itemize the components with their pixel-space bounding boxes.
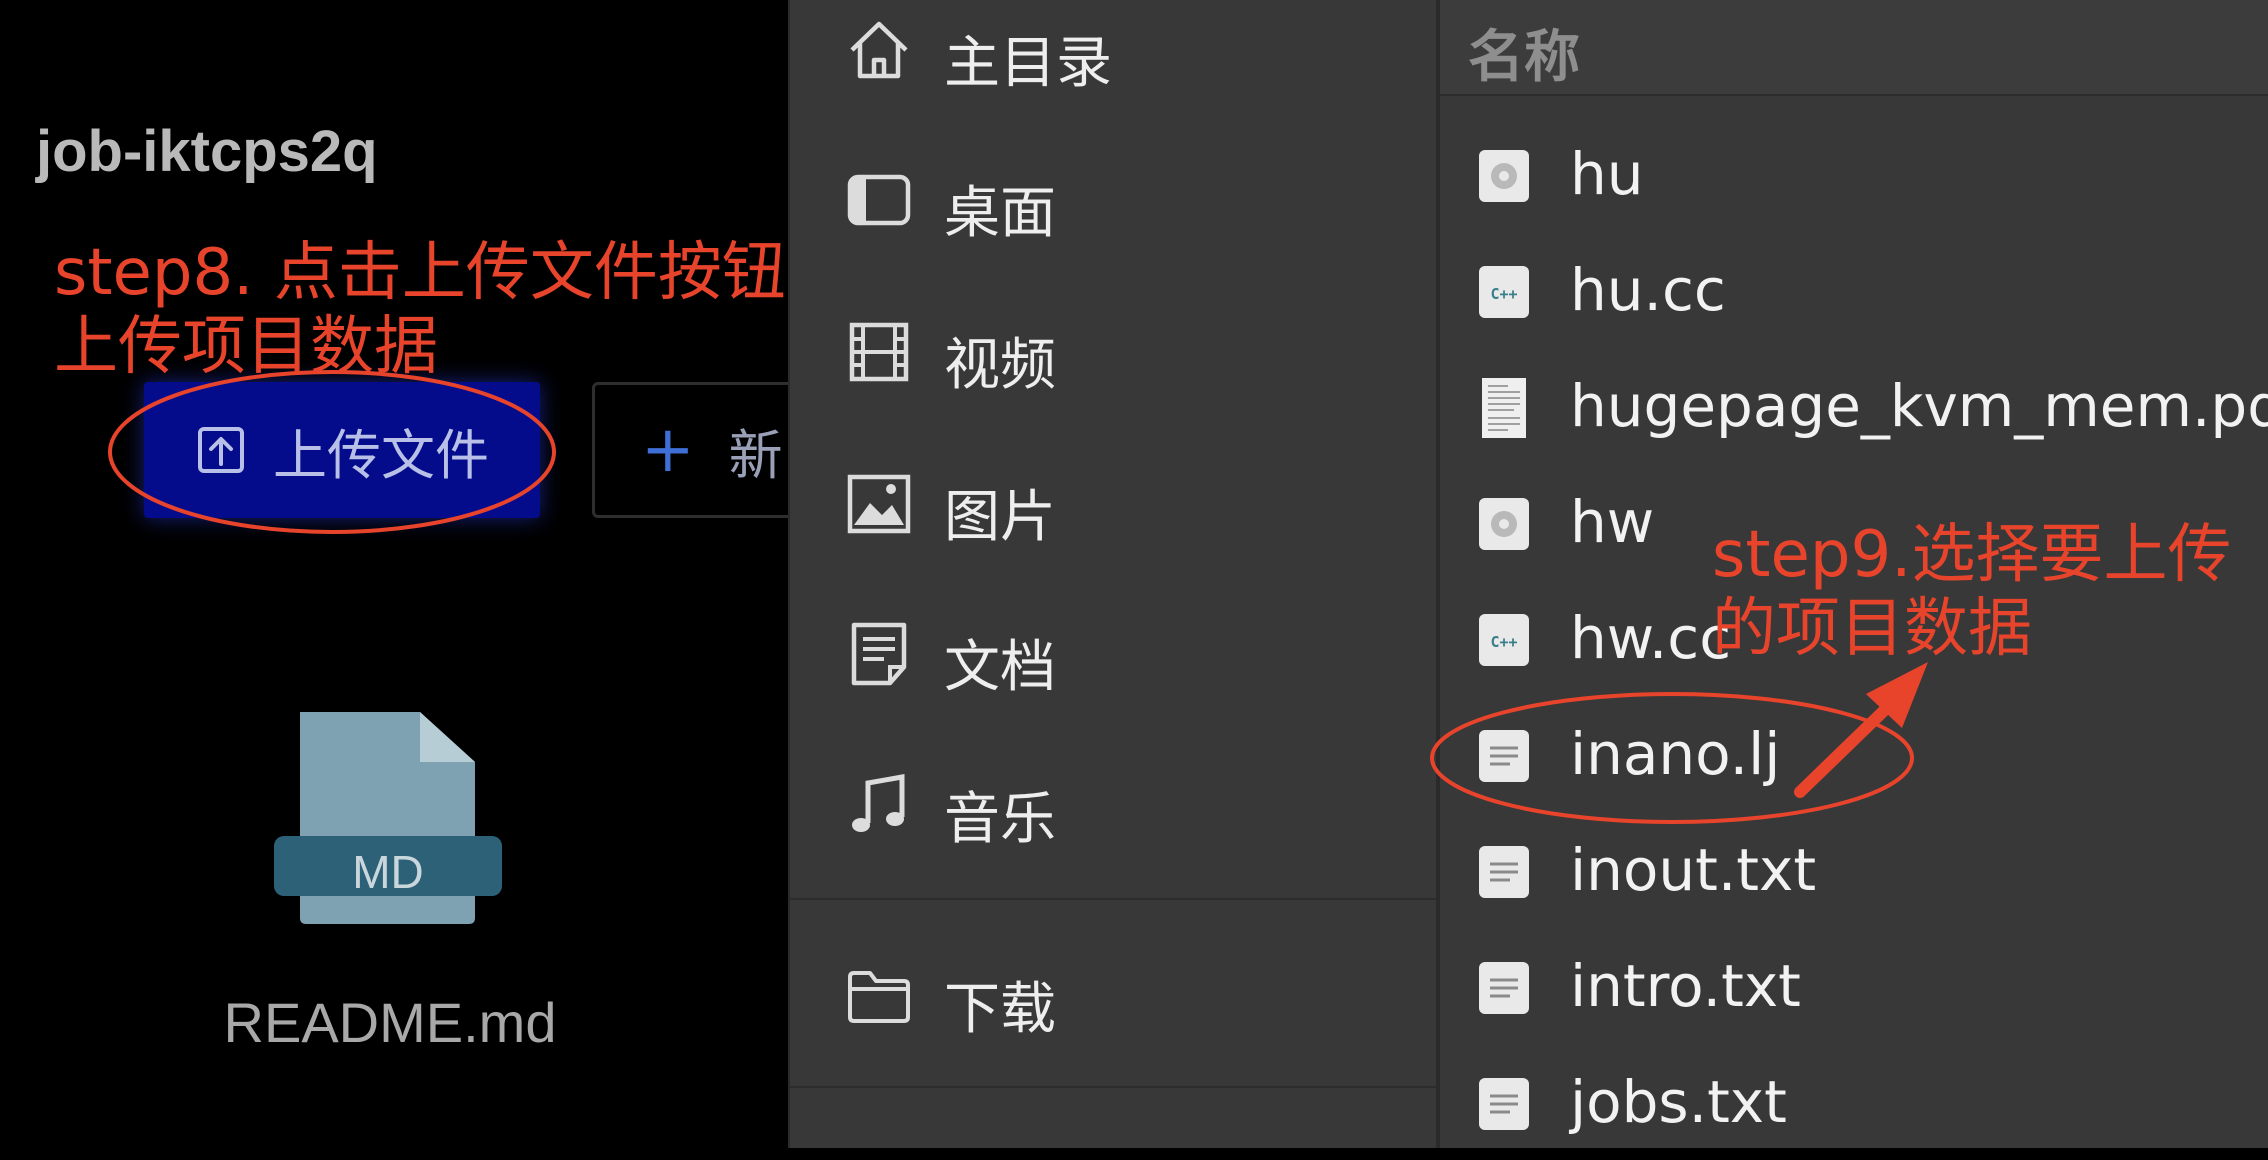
folder-icon xyxy=(848,971,910,1023)
step8-annotation-line2: 上传项目数据 xyxy=(54,310,438,384)
md-badge: MD xyxy=(352,846,424,898)
file-row[interactable]: hugepage_kvm_mem.pdf xyxy=(1440,348,2268,464)
job-title: job-iktcps2q xyxy=(36,119,378,184)
name-column-label: 名称 xyxy=(1468,25,1580,90)
md-filename[interactable]: README.md xyxy=(150,990,630,1055)
file-name: inout.txt xyxy=(1570,836,1817,904)
place-desktop[interactable]: 桌面 xyxy=(790,150,1438,250)
place-label: 音乐 xyxy=(944,787,1056,852)
step9-annotation-line1: step9.选择要上传 xyxy=(1712,518,2232,592)
upload-file-button[interactable]: 上传文件 xyxy=(144,382,540,518)
step9-annotation-line2: 的项目数据 xyxy=(1712,592,2032,666)
file-row[interactable]: intro.txt xyxy=(1440,928,2268,1044)
place-label: 文档 xyxy=(944,635,1056,700)
image-icon xyxy=(847,474,911,534)
places-divider xyxy=(790,1086,1438,1088)
desktop-icon xyxy=(847,174,911,226)
text-file-icon xyxy=(1479,730,1529,782)
file-name: hu.cc xyxy=(1570,256,1726,324)
music-icon xyxy=(852,774,905,832)
text-file-icon xyxy=(1479,846,1529,898)
svg-text:C++: C++ xyxy=(1490,285,1517,303)
file-name: hu xyxy=(1570,140,1644,208)
file-name: intro.txt xyxy=(1570,952,1801,1020)
file-row[interactable]: hu xyxy=(1440,116,2268,232)
step8-annotation-line1: step8. 点击上传文件按钮 xyxy=(54,236,786,310)
file-name: jobs.txt xyxy=(1570,1068,1787,1136)
place-label: 图片 xyxy=(944,485,1056,550)
plus-icon: + xyxy=(641,413,695,487)
file-row[interactable]: inout.txt xyxy=(1440,812,2268,928)
file-name: inano.lj xyxy=(1570,720,1781,788)
file-name: hw xyxy=(1570,488,1655,556)
text-file-icon xyxy=(1479,1078,1529,1130)
video-icon xyxy=(849,322,909,382)
job-panel: job-iktcps2q 上传文件 + 新 MD README.md xyxy=(0,0,852,1148)
place-downloads[interactable]: 下载 xyxy=(790,946,1438,1046)
place-pictures[interactable]: 图片 xyxy=(790,454,1438,554)
place-documents[interactable]: 文档 xyxy=(790,604,1438,704)
file-name: hugepage_kvm_mem.pdf xyxy=(1570,372,2268,440)
executable-icon xyxy=(1479,150,1529,202)
file-row[interactable]: jobs.txt xyxy=(1440,1044,2268,1160)
screen: job-iktcps2q 上传文件 + 新 MD README.md 主目录 桌… xyxy=(0,0,2268,1148)
places-sidebar: 主目录 桌面 视频 图片 文档 音乐 下载 xyxy=(788,0,1438,1148)
upload-icon xyxy=(198,427,244,473)
place-label: 下载 xyxy=(944,977,1056,1042)
place-home[interactable]: 主目录 xyxy=(790,0,1438,100)
pdf-file-icon xyxy=(1482,378,1526,438)
file-row[interactable]: inano.lj xyxy=(1440,696,2268,812)
home-icon xyxy=(850,21,908,79)
place-label: 主目录 xyxy=(944,31,1112,96)
cpp-file-icon: C++ xyxy=(1479,614,1529,666)
document-icon xyxy=(851,622,907,686)
file-row[interactable]: C++ hu.cc xyxy=(1440,232,2268,348)
cpp-file-icon: C++ xyxy=(1479,266,1529,318)
name-column-header[interactable]: 名称 xyxy=(1440,0,2268,96)
text-file-icon xyxy=(1479,962,1529,1014)
place-label: 视频 xyxy=(944,333,1056,398)
upload-file-label: 上传文件 xyxy=(273,423,489,487)
place-label: 桌面 xyxy=(944,181,1056,246)
place-music[interactable]: 音乐 xyxy=(790,756,1438,856)
file-name: hw.cc xyxy=(1570,604,1732,672)
new-button-label: 新 xyxy=(728,423,783,487)
place-videos[interactable]: 视频 xyxy=(790,302,1438,402)
executable-icon xyxy=(1479,498,1529,550)
places-divider xyxy=(790,898,1438,900)
svg-text:C++: C++ xyxy=(1490,633,1517,651)
